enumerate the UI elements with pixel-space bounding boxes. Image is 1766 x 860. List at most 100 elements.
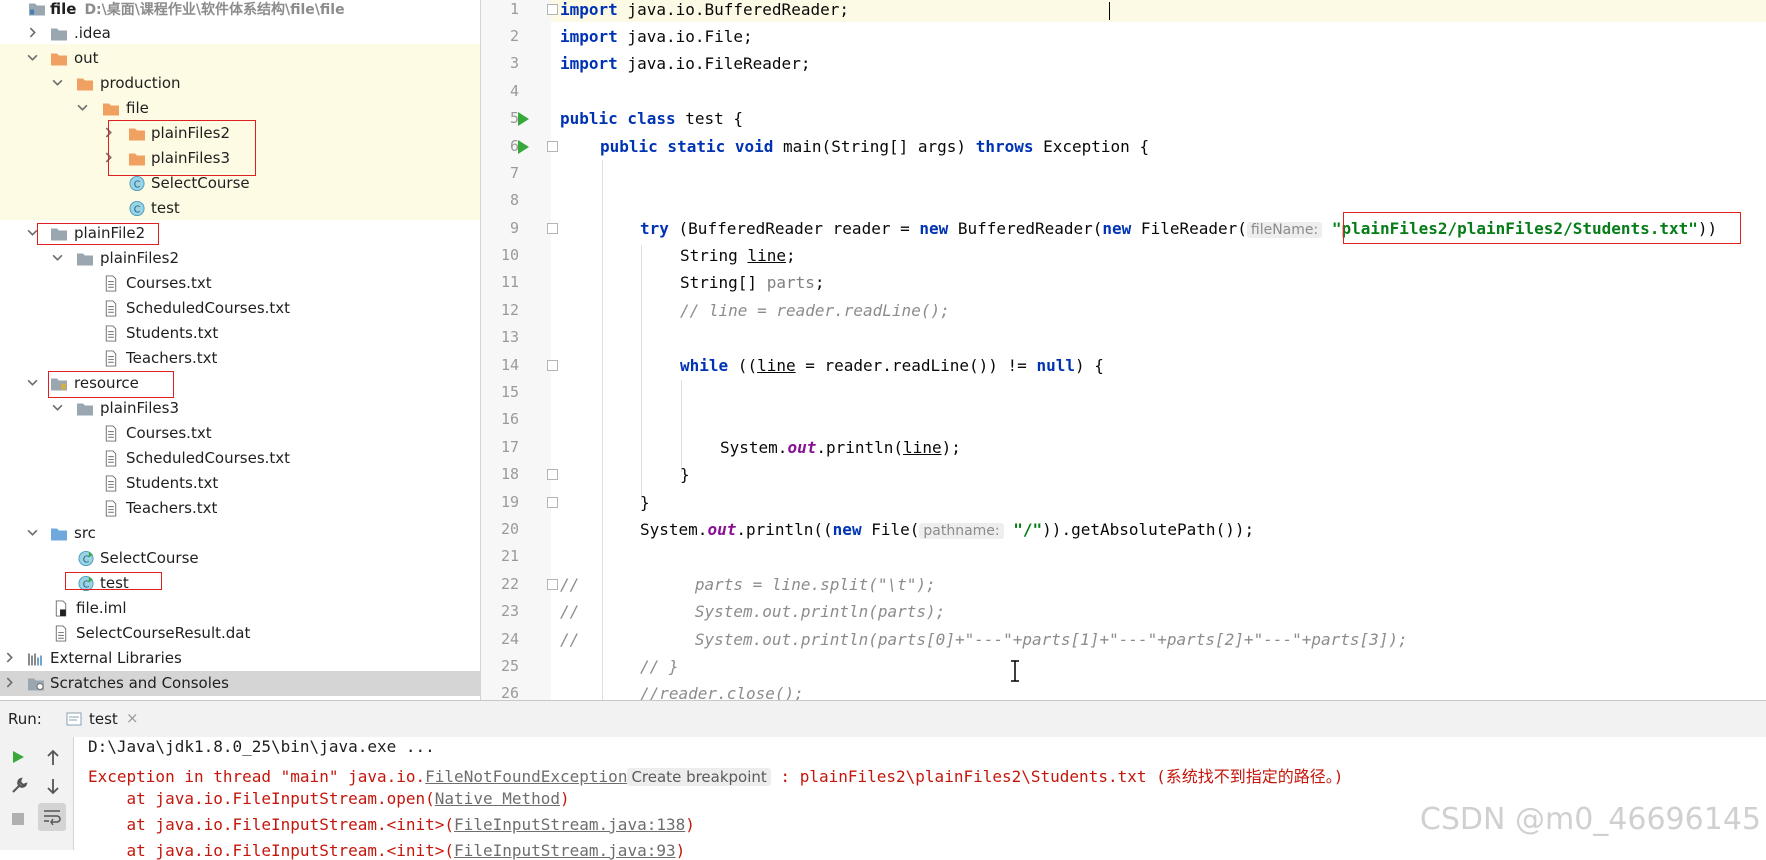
annotation-box xyxy=(48,371,174,398)
tree-item-selectcourse-src[interactable]: C SelectCourse xyxy=(0,546,480,571)
tree-item-courses-txt[interactable]: Courses.txt xyxy=(0,271,480,296)
tree-item-test-class[interactable]: C test xyxy=(0,196,480,221)
svg-text:C: C xyxy=(83,554,90,565)
code-line-20: System.out.println((new File(pathname: "… xyxy=(640,520,1255,539)
fold-icon[interactable] xyxy=(547,497,558,508)
line-number: 10 xyxy=(500,246,519,264)
class-file-icon: C xyxy=(129,200,145,217)
chevron-down-icon[interactable] xyxy=(27,52,38,63)
run-sidebar xyxy=(0,737,74,850)
console-tab-icon xyxy=(66,712,82,726)
tree-item-plainfiles3[interactable]: plainFiles3 xyxy=(0,396,480,421)
fold-icon[interactable] xyxy=(547,579,558,590)
tree-item-courses-txt[interactable]: Courses.txt xyxy=(0,421,480,446)
code-line-5: public class test { xyxy=(560,109,744,128)
tree-item-scheduledcourses-txt[interactable]: ScheduledCourses.txt xyxy=(0,446,480,471)
tree-item-plainfiles2[interactable]: plainFiles2 xyxy=(0,246,480,271)
text-cursor-icon xyxy=(1011,660,1019,682)
line-number: 18 xyxy=(500,465,519,483)
fold-icon[interactable] xyxy=(547,141,558,152)
wrench-icon[interactable] xyxy=(10,777,28,795)
library-icon xyxy=(28,653,42,666)
tree-item-label: out xyxy=(74,49,99,67)
tree-item-external-libraries[interactable]: External Libraries xyxy=(0,646,480,671)
project-path: D:\桌面\课程作业\软件体系结构\file\file xyxy=(84,2,345,18)
class-file-icon: C xyxy=(129,175,145,192)
soft-wrap-button[interactable] xyxy=(38,803,66,831)
line-number: 5 xyxy=(509,109,519,127)
tree-item-scratches-consoles[interactable]: Scratches and Consoles xyxy=(0,671,480,696)
arrow-down-icon[interactable] xyxy=(45,777,61,795)
rerun-icon[interactable] xyxy=(10,749,26,765)
tree-item-file[interactable]: file xyxy=(0,96,480,121)
line-number: 26 xyxy=(500,684,519,700)
watermark: CSDN @m0_46696145 xyxy=(1419,802,1761,837)
chevron-down-icon[interactable] xyxy=(52,77,63,88)
chevron-down-icon[interactable] xyxy=(52,252,63,263)
tree-item-students-txt[interactable]: Students.txt xyxy=(0,321,480,346)
chevron-down-icon[interactable] xyxy=(27,377,38,388)
chevron-right-icon[interactable] xyxy=(4,677,15,688)
chevron-down-icon[interactable] xyxy=(27,527,38,538)
chevron-right-icon[interactable] xyxy=(27,27,38,38)
code-line-14: while ((line = reader.readLine()) != nul… xyxy=(680,356,1104,375)
text-file-icon xyxy=(105,300,117,317)
code-line-12: // line = reader.readLine(); xyxy=(680,301,950,320)
tree-item-out[interactable]: out xyxy=(0,46,480,71)
code-line-26: //reader.close(); xyxy=(640,684,804,700)
tree-item-students-txt[interactable]: Students.txt xyxy=(0,471,480,496)
create-breakpoint-button[interactable]: Create breakpoint xyxy=(627,768,771,786)
chevron-down-icon[interactable] xyxy=(52,402,63,413)
text-file-icon xyxy=(105,450,117,467)
tree-item-teachers-txt[interactable]: Teachers.txt xyxy=(0,346,480,371)
indent-guide xyxy=(681,380,682,472)
code-line-3: import java.io.FileReader; xyxy=(560,54,811,73)
excluded-folder-icon xyxy=(77,78,93,91)
tree-item-teachers-txt[interactable]: Teachers.txt xyxy=(0,496,480,521)
fold-icon[interactable] xyxy=(547,223,558,234)
line-number: 9 xyxy=(509,219,519,237)
tree-item-label: .idea xyxy=(74,24,111,42)
code-line-19: } xyxy=(640,493,650,512)
code-line-11: String[] parts; xyxy=(680,273,825,292)
fold-icon[interactable] xyxy=(547,4,558,15)
run-tab-test[interactable]: test × xyxy=(62,701,142,737)
stack-link[interactable]: FileInputStream.java:93 xyxy=(454,841,676,860)
stack-link[interactable]: Native Method xyxy=(435,789,560,808)
annotation-box xyxy=(108,120,256,176)
stop-icon[interactable] xyxy=(10,811,26,827)
line-number: 4 xyxy=(509,82,519,100)
console-stack-line: at java.io.FileInputStream.open(Native M… xyxy=(88,789,570,808)
run-gutter-icon[interactable] xyxy=(518,140,529,154)
line-number: 21 xyxy=(500,547,519,565)
text-file-icon xyxy=(105,425,117,442)
stack-link[interactable]: FileInputStream.java:138 xyxy=(454,815,685,834)
tree-item-selectcourseresult-dat[interactable]: SelectCourseResult.dat xyxy=(0,621,480,646)
tree-item-scheduledcourses-txt[interactable]: ScheduledCourses.txt xyxy=(0,296,480,321)
tree-item-label: production xyxy=(100,74,181,92)
code-editor[interactable]: 1 2 3 4 5 6 7 8 9 10 11 12 13 14 15 16 1… xyxy=(481,0,1766,700)
line-number: 13 xyxy=(500,328,519,346)
chevron-right-icon[interactable] xyxy=(4,652,15,663)
line-number: 8 xyxy=(509,191,519,209)
close-tab-icon[interactable]: × xyxy=(126,709,139,727)
tree-item-file-iml[interactable]: file.iml xyxy=(0,596,480,621)
line-number: 15 xyxy=(500,383,519,401)
tree-item-src[interactable]: src xyxy=(0,521,480,546)
excluded-folder-icon xyxy=(103,103,119,116)
tree-item-idea[interactable]: .idea xyxy=(0,21,480,46)
fold-icon[interactable] xyxy=(547,360,558,371)
fold-icon[interactable] xyxy=(547,469,558,480)
run-gutter-icon[interactable] xyxy=(518,112,529,126)
line-number: 12 xyxy=(500,301,519,319)
text-file-icon xyxy=(105,500,117,517)
line-number: 3 xyxy=(509,54,519,72)
exception-link[interactable]: FileNotFoundException xyxy=(425,767,627,786)
line-number: 22 xyxy=(500,575,519,593)
tree-item-file-root[interactable]: file D:\桌面\课程作业\软件体系结构\file\file xyxy=(0,0,480,21)
chevron-down-icon[interactable] xyxy=(77,102,88,113)
tree-item-label: file xyxy=(50,0,77,18)
arrow-up-icon[interactable] xyxy=(45,749,61,767)
line-number: 19 xyxy=(500,493,519,511)
tree-item-production[interactable]: production xyxy=(0,71,480,96)
